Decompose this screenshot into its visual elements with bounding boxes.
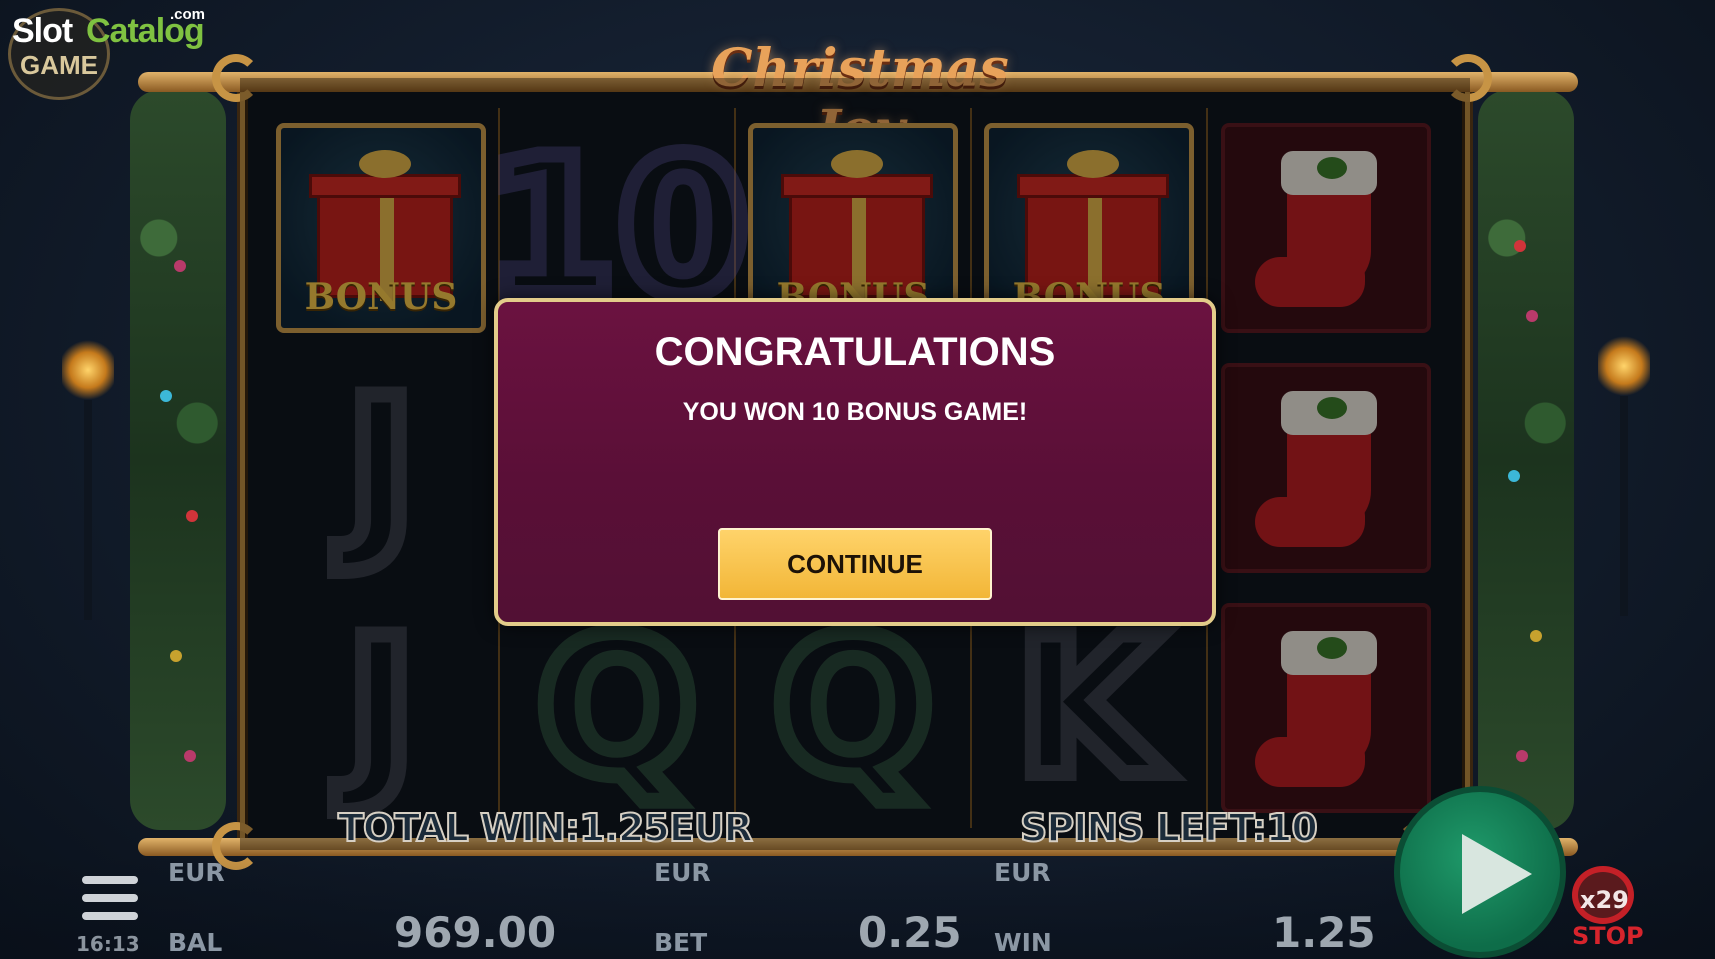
bonus-won-dialog: CONGRATULATIONS YOU WON 10 BONUS GAME! C… — [494, 298, 1216, 626]
total-win-display: TOTAL WIN:1.25EUR — [337, 805, 754, 851]
bet-value[interactable]: 0.25 — [858, 908, 962, 957]
balance-currency: EUR — [168, 858, 225, 887]
watermark-domain: .com — [170, 6, 206, 23]
stocking-symbol — [1221, 123, 1431, 333]
reel-cell: J — [264, 588, 500, 828]
reel-cell — [1208, 588, 1444, 828]
autospin-count: x29 — [1580, 886, 1629, 914]
reel-cell — [1208, 108, 1444, 348]
continue-button[interactable]: CONTINUE — [718, 528, 992, 600]
watermark-brand-part1: Slot — [12, 12, 73, 50]
game-title-logo: Christmas Joy — [711, 38, 1009, 160]
frame-curl-top-right — [1444, 54, 1492, 102]
bet-label: BET — [654, 928, 708, 957]
frame-curl-top-left — [212, 54, 260, 102]
j-symbol: J — [338, 357, 425, 578]
reel-cell: BONUS — [264, 108, 500, 348]
hamburger-menu-icon[interactable] — [82, 876, 138, 922]
k-symbol: K — [1007, 597, 1170, 818]
dialog-title: CONGRATULATIONS — [654, 330, 1056, 374]
stocking-symbol — [1221, 603, 1431, 813]
clock: 16:13 — [76, 932, 140, 956]
q-symbol: Q — [764, 597, 941, 818]
stocking-symbol — [1221, 363, 1431, 573]
garland-left — [130, 90, 226, 830]
dialog-message: YOU WON 10 BONUS GAME! — [682, 398, 1028, 426]
spins-left-display: SPINS LEFT:10 — [1019, 805, 1319, 851]
bonus-symbol: BONUS — [276, 123, 486, 333]
ten-symbol: 10 — [477, 117, 757, 338]
j-symbol: J — [338, 597, 425, 818]
reel-cell: J — [264, 348, 500, 588]
win-value: 1.25 — [1272, 908, 1376, 957]
win-label: WIN — [994, 928, 1052, 957]
balance-label: BAL — [168, 928, 223, 957]
street-lamp-right — [1592, 326, 1656, 616]
street-lamp-left — [56, 330, 120, 620]
garland-right — [1478, 90, 1574, 830]
balance-value: 969.00 — [394, 908, 557, 957]
bonus-symbol-label: BONUS — [304, 276, 458, 318]
play-triangle-icon — [1462, 834, 1532, 914]
spin-button[interactable] — [1394, 786, 1566, 958]
q-symbol: Q — [528, 597, 705, 818]
bet-currency: EUR — [654, 858, 711, 887]
watermark-sub: GAME — [20, 50, 98, 80]
win-currency: EUR — [994, 858, 1051, 887]
autospin-stop-label: STOP — [1572, 922, 1644, 950]
autospin-stop-button[interactable]: x29 STOP — [1566, 862, 1646, 952]
reel-cell — [1208, 348, 1444, 588]
